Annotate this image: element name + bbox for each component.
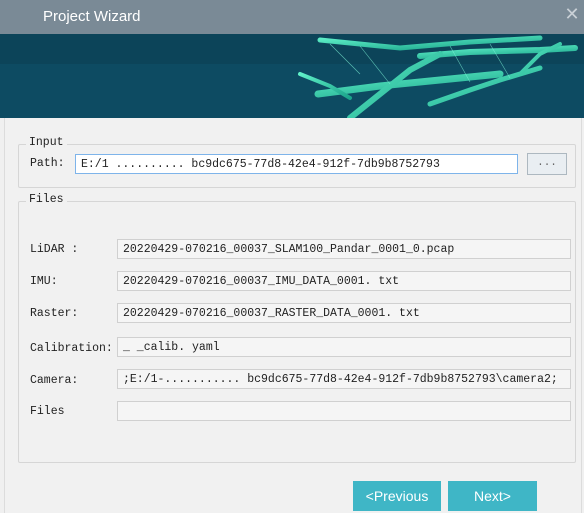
- lidar-label: LiDAR :: [30, 243, 79, 256]
- next-button[interactable]: Next>: [448, 481, 537, 511]
- calibration-field[interactable]: _ _calib. yaml: [117, 337, 571, 357]
- window-title: Project Wizard: [43, 8, 141, 25]
- raster-label: Raster:: [30, 307, 79, 320]
- calibration-label: Calibration:: [30, 342, 113, 355]
- files-field[interactable]: [117, 401, 571, 421]
- previous-button[interactable]: <Previous: [353, 481, 441, 511]
- project-wizard-window: Project Wizard ✕ Input Path: E:/1 ......…: [0, 0, 584, 513]
- imu-label: IMU:: [30, 275, 58, 288]
- camera-label: Camera:: [30, 374, 79, 387]
- title-bar: Project Wizard ✕: [0, 0, 584, 34]
- files-group-legend: Files: [26, 193, 67, 206]
- path-input[interactable]: E:/1 .......... bc9dc675-77d8-42e4-912f-…: [75, 154, 518, 174]
- point-cloud-graphic: [0, 34, 584, 118]
- raster-field[interactable]: 20220429-070216_00037_RASTER_DATA_0001. …: [117, 303, 571, 323]
- close-icon[interactable]: ✕: [563, 4, 581, 24]
- camera-field[interactable]: ;E:/1-........... bc9dc675-77d8-42e4-912…: [117, 369, 571, 389]
- header-banner-image: [0, 34, 584, 118]
- input-group-legend: Input: [26, 136, 67, 149]
- lidar-field[interactable]: 20220429-070216_00037_SLAM100_Pandar_000…: [117, 239, 571, 259]
- files-label: Files: [30, 405, 65, 418]
- browse-button[interactable]: ...: [527, 153, 567, 175]
- imu-field[interactable]: 20220429-070216_00037_IMU_DATA_0001. txt: [117, 271, 571, 291]
- path-label: Path:: [30, 157, 65, 170]
